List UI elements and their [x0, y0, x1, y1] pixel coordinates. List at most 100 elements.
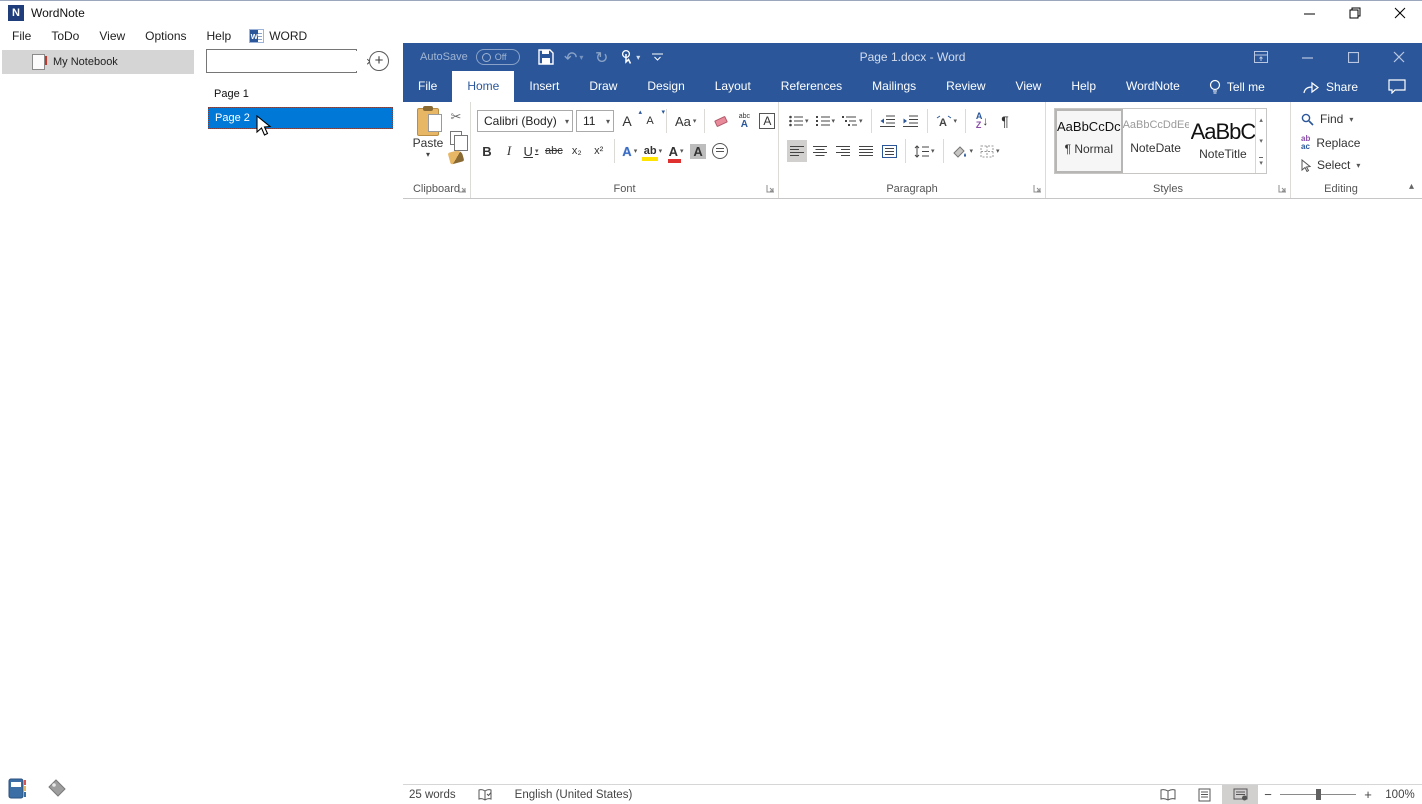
web-layout-icon[interactable] — [1222, 785, 1258, 804]
language-status[interactable]: English (United States) — [515, 789, 633, 801]
italic-button[interactable]: I — [499, 140, 519, 162]
zoom-in-button[interactable]: + — [1358, 787, 1378, 802]
autosave-toggle[interactable]: Off — [476, 49, 520, 65]
restore-icon[interactable] — [1332, 2, 1377, 25]
paste-dropdown-icon[interactable]: ▾ — [408, 150, 448, 159]
word-maximize-icon[interactable] — [1330, 43, 1376, 71]
multilevel-list-button[interactable]: ▾ — [840, 110, 865, 132]
save-icon[interactable] — [534, 46, 558, 68]
numbering-button[interactable]: ▾ — [814, 110, 838, 132]
shading-button[interactable]: ▾ — [950, 140, 976, 162]
clipboard-dialog-launcher-icon[interactable] — [458, 184, 467, 193]
menu-view[interactable]: View — [91, 27, 133, 45]
font-dialog-launcher-icon[interactable] — [766, 184, 775, 193]
close-icon[interactable] — [1377, 2, 1422, 25]
word-count[interactable]: 25 words — [409, 789, 456, 801]
paste-button[interactable]: Paste ▾ — [408, 108, 448, 176]
increase-indent-button[interactable] — [901, 110, 921, 132]
character-border-button[interactable]: A — [757, 110, 777, 132]
read-mode-icon[interactable] — [1150, 785, 1186, 804]
word-minimize-icon[interactable] — [1284, 43, 1330, 71]
comments-button[interactable] — [1372, 79, 1422, 94]
my-notebook-button[interactable]: My Notebook — [2, 50, 194, 74]
page-list-item[interactable]: Page 1 — [208, 84, 393, 104]
tab-wordnote[interactable]: WordNote — [1111, 71, 1195, 102]
tab-home[interactable]: Home — [452, 71, 514, 102]
show-hide-marks-button[interactable]: ¶ — [995, 110, 1015, 132]
change-case-button[interactable]: Aa▾ — [673, 110, 698, 132]
styles-scroll-up-icon[interactable]: ▴ — [1256, 109, 1266, 130]
notebook-icon[interactable] — [8, 777, 27, 799]
superscript-button[interactable]: x² — [589, 140, 609, 162]
proofing-icon[interactable] — [478, 788, 493, 802]
tab-design[interactable]: Design — [632, 71, 699, 102]
align-center-button[interactable] — [810, 140, 830, 162]
tab-insert[interactable]: Insert — [514, 71, 574, 102]
share-button[interactable]: Share — [1289, 80, 1372, 94]
customize-qat-icon[interactable] — [646, 46, 670, 68]
asian-layout-button[interactable]: A ▾ — [934, 110, 960, 132]
text-highlight-button[interactable]: ab▾ — [642, 140, 664, 162]
menu-options[interactable]: Options — [137, 27, 194, 45]
tab-help[interactable]: Help — [1056, 71, 1111, 102]
enclose-characters-button[interactable] — [710, 140, 730, 162]
paragraph-dialog-launcher-icon[interactable] — [1033, 184, 1042, 193]
zoom-percentage[interactable]: 100% — [1378, 789, 1422, 801]
distribute-button[interactable] — [879, 140, 899, 162]
style-notedate[interactable]: AaBbCcDdEe NoteDate — [1123, 111, 1189, 171]
clear-formatting-button[interactable] — [711, 110, 731, 132]
zoom-slider[interactable] — [1280, 794, 1356, 795]
menu-todo[interactable]: ToDo — [43, 27, 87, 45]
zoom-out-button[interactable]: − — [1258, 787, 1278, 802]
style-normal[interactable]: AaBbCcDc ¶ Normal — [1057, 111, 1121, 171]
decrease-indent-button[interactable] — [878, 110, 898, 132]
menu-file[interactable]: File — [4, 27, 39, 45]
tab-references[interactable]: References — [766, 71, 857, 102]
page-list-item-selected[interactable]: Page 2 — [208, 107, 393, 129]
print-layout-icon[interactable] — [1186, 785, 1222, 804]
tab-review[interactable]: Review — [931, 71, 1000, 102]
align-left-button[interactable] — [787, 140, 807, 162]
find-button[interactable]: Find ▾ — [1301, 112, 1353, 126]
character-shading-button[interactable]: A — [688, 140, 708, 162]
menu-help[interactable]: Help — [199, 27, 240, 45]
bold-button[interactable]: B — [477, 140, 497, 162]
add-page-button[interactable]: + — [369, 51, 389, 71]
minimize-icon[interactable] — [1287, 2, 1332, 25]
tab-mailings[interactable]: Mailings — [857, 71, 931, 102]
word-close-icon[interactable] — [1376, 43, 1422, 71]
search-input[interactable] — [207, 51, 366, 71]
underline-button[interactable]: U▾ — [521, 140, 541, 162]
tell-me-box[interactable]: Tell me — [1195, 71, 1279, 102]
align-right-button[interactable] — [833, 140, 853, 162]
justify-button[interactable] — [856, 140, 876, 162]
styles-more-icon[interactable]: ▾ — [1256, 152, 1266, 173]
redo-icon[interactable]: ↻ — [590, 46, 614, 68]
format-painter-icon[interactable] — [448, 149, 465, 164]
tab-view[interactable]: View — [1001, 71, 1057, 102]
text-effects-button[interactable]: A▾ — [620, 140, 640, 162]
grow-font-button[interactable]: A▴ — [617, 110, 637, 132]
touch-mouse-mode-icon[interactable]: ▾ — [618, 46, 642, 68]
style-notetitle[interactable]: AaBbC NoteTitle — [1191, 111, 1256, 171]
line-spacing-button[interactable]: ▾ — [912, 140, 937, 162]
tab-file[interactable]: File — [403, 71, 452, 102]
undo-icon[interactable]: ↶▾ — [562, 46, 586, 68]
cut-icon[interactable]: ✂ — [451, 110, 462, 125]
phonetic-guide-button[interactable]: abcA — [734, 110, 754, 132]
select-button[interactable]: Select ▾ — [1301, 158, 1360, 172]
ribbon-display-options-icon[interactable] — [1238, 43, 1284, 71]
zoom-slider-thumb[interactable] — [1316, 789, 1321, 800]
sort-button[interactable]: AZ ↓ — [972, 110, 992, 132]
styles-scroll-down-icon[interactable]: ▾ — [1256, 130, 1266, 151]
replace-button[interactable]: ab ac Replace — [1301, 135, 1360, 151]
collapse-ribbon-icon[interactable]: ▴ — [1409, 181, 1414, 192]
borders-button[interactable]: ▾ — [978, 140, 1002, 162]
tab-layout[interactable]: Layout — [700, 71, 766, 102]
tab-draw[interactable]: Draw — [574, 71, 632, 102]
font-color-button[interactable]: A▾ — [666, 140, 686, 162]
copy-icon[interactable] — [450, 131, 462, 145]
font-name-combo[interactable]: Calibri (Body) ▾ — [477, 110, 573, 132]
tag-icon[interactable] — [47, 779, 67, 797]
document-canvas[interactable] — [403, 199, 1422, 784]
